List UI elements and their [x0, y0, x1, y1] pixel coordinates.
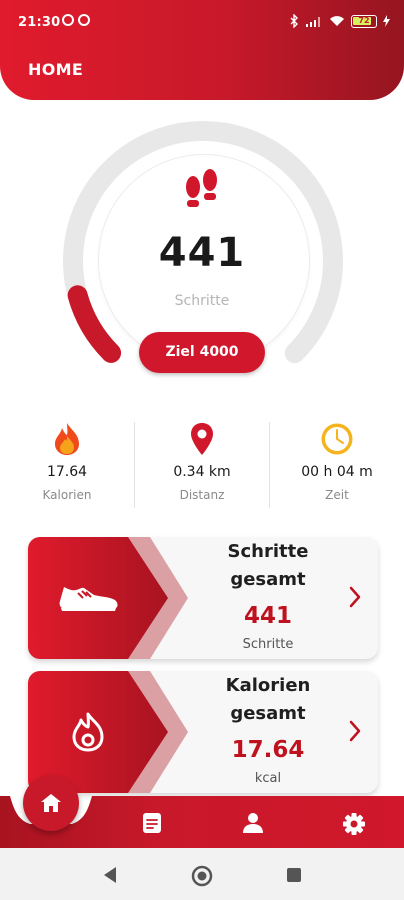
system-nav-bar	[0, 848, 404, 900]
stat-value: 17.64	[46, 464, 88, 480]
status-time: 21:30	[18, 15, 61, 30]
chevron-right-icon[interactable]	[348, 585, 362, 609]
steps-count: 441	[158, 230, 246, 276]
card-title-line2: gesamt	[230, 703, 306, 724]
app-header: 21:30 72 HOME	[0, 0, 404, 100]
recents-icon[interactable]	[286, 867, 302, 883]
steps-label: Schritte	[174, 293, 230, 309]
card-value: 441	[243, 603, 292, 629]
status-right: 72	[289, 14, 390, 28]
charging-icon	[383, 15, 390, 27]
stat-label: Kalorien	[42, 488, 92, 502]
stats-row: 17.64 Kalorien 0.34 km Distanz 00 h 04 m…	[0, 420, 404, 510]
back-icon[interactable]	[102, 866, 118, 884]
card-unit: Schritte	[242, 637, 294, 652]
stat-value: 00 h 04 m	[301, 464, 373, 480]
stat-time: 00 h 04 m Zeit	[270, 420, 404, 510]
goal-button[interactable]: Ziel 4000	[139, 332, 265, 373]
wifi-icon	[330, 16, 344, 26]
stat-distance: 0.34 km Distanz	[135, 420, 269, 510]
stat-label: Zeit	[325, 488, 349, 502]
stat-label: Distanz	[179, 488, 225, 502]
stat-value: 0.34 km	[173, 464, 231, 480]
notes-icon[interactable]	[142, 812, 162, 834]
app-screen: { "status_bar": {"time": "21:30", "batte…	[0, 0, 404, 900]
home-icon	[41, 794, 61, 812]
flame-outline-icon	[72, 712, 104, 752]
profile-icon[interactable]	[242, 812, 264, 834]
home-circle-icon[interactable]	[190, 864, 214, 888]
card-title-line1: Schritte	[227, 541, 309, 562]
stat-calories: 17.64 Kalorien	[0, 420, 134, 510]
notification-icon	[78, 14, 90, 26]
card-total-steps[interactable]: Schritte gesamt 441 Schritte	[28, 537, 378, 659]
card-value: 17.64	[231, 737, 305, 763]
battery-icon: 72	[351, 14, 377, 28]
page-title: HOME	[28, 60, 84, 79]
signal-icon	[306, 17, 320, 27]
card-title-line2: gesamt	[230, 569, 306, 590]
card-title-line1: Kalorien	[225, 675, 311, 696]
sneaker-icon	[59, 587, 118, 611]
settings-gear-icon[interactable]	[342, 812, 366, 836]
card-total-calories[interactable]: Kalorien gesamt 17.64 kcal	[28, 671, 378, 793]
bluetooth-icon	[290, 14, 298, 28]
nav-home-button[interactable]	[23, 775, 79, 831]
status-bar: 21:30 72	[0, 0, 404, 44]
clock-icon	[321, 423, 353, 455]
notification-icon	[62, 14, 74, 26]
location-pin-icon	[191, 423, 213, 455]
card-unit: kcal	[254, 771, 282, 786]
footprints-icon	[186, 169, 217, 207]
flame-icon	[55, 423, 79, 455]
chevron-right-icon[interactable]	[348, 719, 362, 743]
